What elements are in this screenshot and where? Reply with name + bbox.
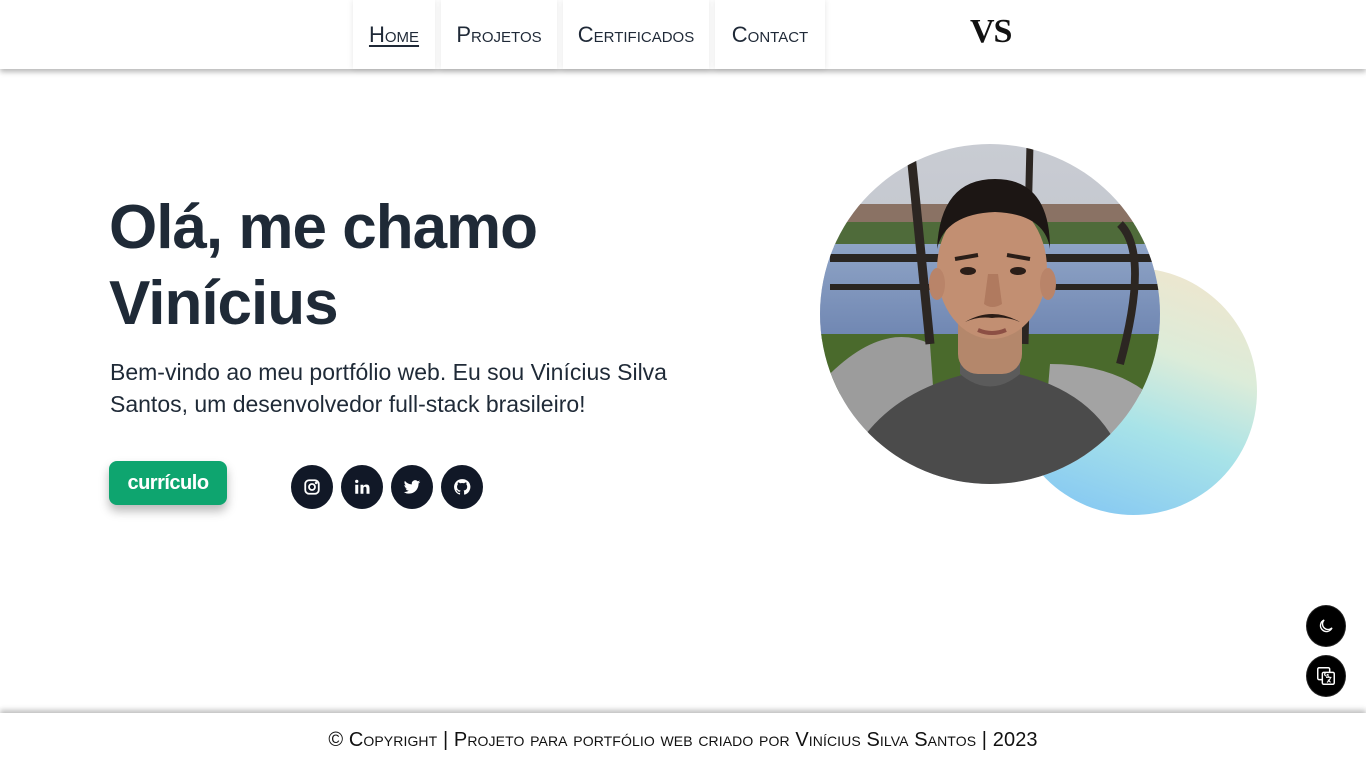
- profile-photo-illustration: [820, 144, 1160, 484]
- curriculo-button[interactable]: currículo: [109, 461, 227, 505]
- instagram-link[interactable]: [291, 465, 333, 509]
- linkedin-link[interactable]: [341, 465, 383, 509]
- main-nav: Home Projetos Certificados Contact: [353, 0, 825, 69]
- footer-copyright: © Copyright | Projeto para portfólio web…: [328, 729, 1038, 751]
- nav-certificados[interactable]: Certificados: [563, 0, 709, 69]
- translate-icon: G: [1317, 667, 1335, 685]
- site-header: Home Projetos Certificados Contact VS: [0, 0, 1366, 69]
- hero-title: Olá, me chamo Vinícius: [109, 193, 538, 338]
- github-icon: [454, 479, 471, 495]
- theme-toggle-button[interactable]: [1306, 605, 1346, 647]
- profile-photo: [820, 144, 1160, 484]
- moon-icon: [1319, 619, 1333, 633]
- nav-projetos[interactable]: Projetos: [441, 0, 557, 69]
- hero-description: Bem-vindo ao meu portfólio web. Eu sou V…: [110, 359, 667, 417]
- twitter-icon: [403, 480, 421, 494]
- social-links: [291, 465, 483, 509]
- instagram-icon: [304, 479, 320, 495]
- github-link[interactable]: [441, 465, 483, 509]
- site-logo[interactable]: VS: [970, 13, 1012, 51]
- site-footer: © Copyright | Projeto para portfólio web…: [0, 713, 1366, 768]
- nav-contact[interactable]: Contact: [715, 0, 825, 69]
- linkedin-icon: [355, 479, 370, 494]
- language-toggle-button[interactable]: G: [1306, 655, 1346, 697]
- nav-home[interactable]: Home: [353, 0, 435, 69]
- twitter-link[interactable]: [391, 465, 433, 509]
